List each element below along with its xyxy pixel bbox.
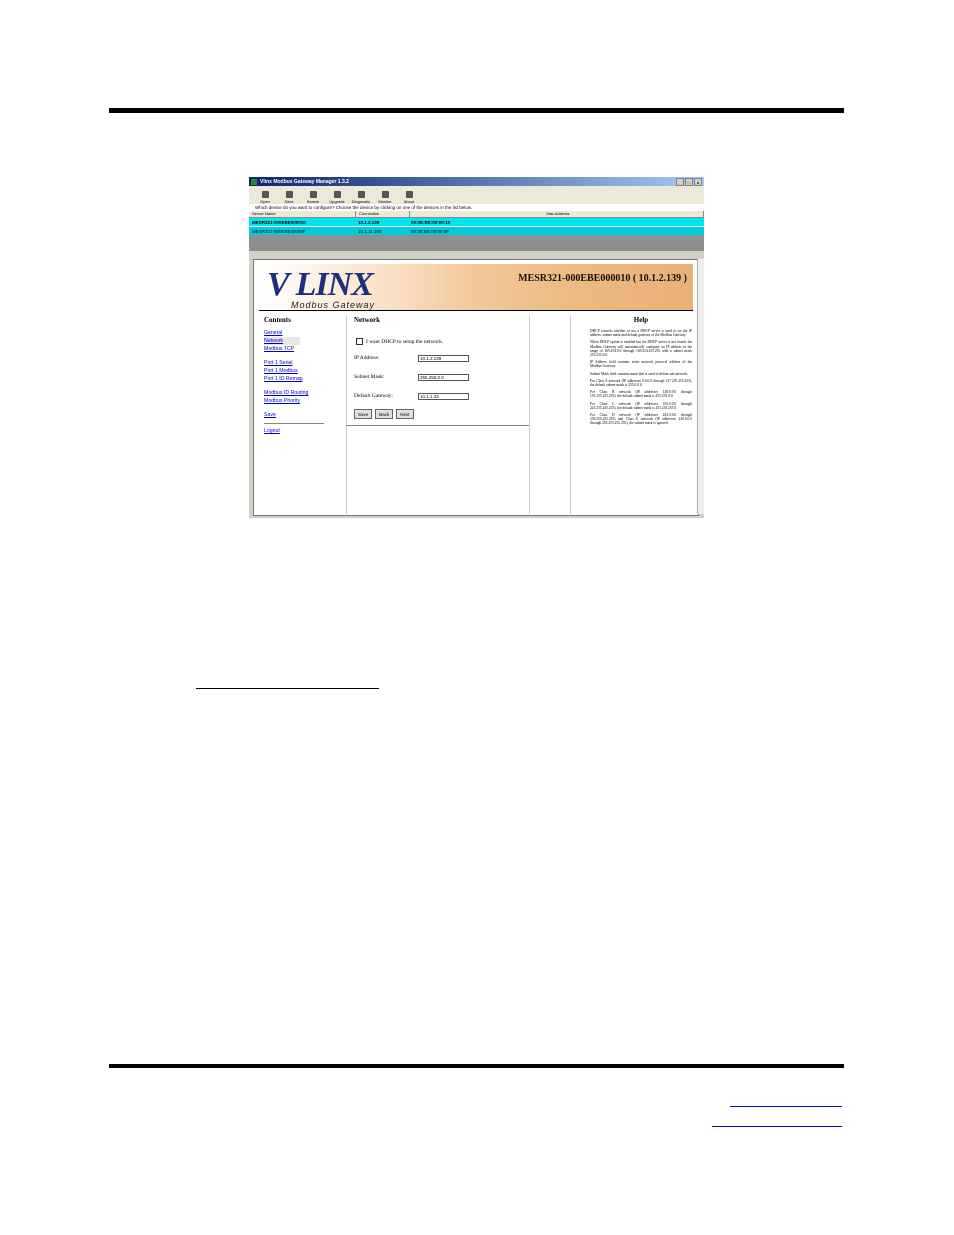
monitor-icon	[381, 191, 389, 198]
column-divider	[346, 316, 347, 514]
ip-address-field[interactable]	[418, 354, 469, 362]
footer-link-underline[interactable]	[730, 1106, 842, 1107]
minimize-icon[interactable]: _	[676, 178, 684, 186]
save-label: Save	[284, 199, 294, 204]
toolbar: Open Save Search Upgrade Diagnostic Moni…	[249, 186, 704, 204]
form-back-button[interactable]: Back	[375, 409, 394, 419]
open-label: Open	[260, 199, 270, 204]
about-button[interactable]: About	[399, 191, 419, 204]
footnote-rule	[196, 688, 379, 689]
device-connection: 10.1.11.193	[358, 228, 382, 234]
nav-port-id-remap[interactable]: Port 1 ID Remap	[264, 375, 354, 383]
help-paragraph: For Class D network (IP addresses 224.0.…	[590, 413, 692, 426]
help-panel: Help DHCP controls whether or not a DHCP…	[590, 316, 692, 429]
monitor-label: Monitor	[378, 199, 392, 204]
nav-id-routing[interactable]: Modbus ID Routing	[264, 389, 354, 397]
diagnostic-icon	[357, 191, 365, 198]
search-button[interactable]: Search	[303, 191, 323, 204]
column-header-server-name[interactable]: Server Name	[249, 211, 356, 217]
column-header-connection[interactable]: Connection	[356, 211, 410, 217]
form-title: Network	[354, 316, 381, 324]
nav-modbus-tcp[interactable]: Modbus TCP	[264, 345, 354, 353]
device-prompt: Which device do you want to configure? C…	[249, 204, 704, 211]
device-name: MESR321-000EBE000010	[252, 219, 306, 225]
help-paragraph: For Class C network (IP addresses 192.0.…	[590, 401, 692, 410]
about-label: About	[403, 199, 415, 204]
form-next-button[interactable]: Next	[396, 409, 414, 419]
nav-logout[interactable]: Logout	[264, 427, 354, 435]
form-buttons: Save Back Next	[354, 409, 534, 419]
monitor-button[interactable]: Monitor	[375, 191, 395, 204]
device-row[interactable]: MESR321-000EBE000010 10.1.2.139 00:0E:BE…	[249, 218, 704, 227]
upgrade-icon	[333, 191, 341, 198]
dhcp-label: I want DHCP to setup the network.	[366, 338, 444, 345]
form-save-button[interactable]: Save	[354, 409, 373, 419]
help-paragraph: DHCP controls whether or not a DHCP serv…	[590, 329, 692, 338]
device-list-header: Server Name Connection Mac Address	[249, 211, 704, 218]
device-title: MESR321-000EBE000010 ( 10.1.2.139 )	[518, 273, 687, 284]
save-button[interactable]: Save	[279, 191, 299, 204]
embedded-web-page: V LINX Modbus Gateway MESR321-000EBE0000…	[253, 259, 699, 516]
column-header-mac-address[interactable]: Mac Address	[410, 211, 704, 217]
device-name: MESR321-000EBE00000F	[252, 228, 306, 234]
contents-title: Contents	[264, 316, 291, 324]
nav-divider	[264, 423, 324, 424]
footer-rule	[109, 1064, 844, 1068]
contents-nav: Contents General Network Modbus TCP Port…	[264, 316, 354, 435]
column-divider	[570, 316, 571, 514]
nav-port-modbus[interactable]: Port 1 Modbus	[264, 367, 354, 375]
ip-row: IP Address:	[354, 353, 534, 363]
help-title: Help	[633, 316, 649, 324]
close-icon[interactable]: x	[694, 178, 702, 186]
list-empty-area	[249, 235, 704, 251]
help-paragraph: For Class B network (IP addresses 128.0.…	[590, 390, 692, 399]
vlinx-banner: V LINX Modbus Gateway MESR321-000EBE0000…	[259, 264, 693, 311]
default-gateway-field[interactable]	[418, 392, 469, 400]
app-window-screenshot: Vlinx Modbus Gateway Manager 1.3.2 _ □ x…	[249, 177, 704, 518]
help-paragraph: When DHCP option is enabled but the DHCP…	[590, 340, 692, 358]
diagnostic-button[interactable]: Diagnostic	[351, 191, 371, 204]
device-row[interactable]: MESR321-000EBE00000F 10.1.11.193 00:0E:B…	[249, 227, 704, 235]
dhcp-checkbox[interactable]	[356, 338, 363, 345]
dhcp-option: I want DHCP to setup the network.	[356, 338, 534, 345]
help-paragraph: Subnet Mask field contains mask that is …	[590, 371, 688, 376]
window-title: Vlinx Modbus Gateway Manager 1.3.2	[260, 178, 349, 185]
help-paragraph: For Class A network (IP addresses 0.0.0.…	[590, 378, 692, 388]
logo-subtitle: Modbus Gateway	[291, 300, 376, 310]
ip-label: IP Address:	[354, 355, 380, 361]
diagnostic-label: Diagnostic	[351, 199, 371, 204]
help-paragraph: IP Address field contains static network…	[590, 360, 692, 369]
subnet-mask-field[interactable]	[418, 373, 469, 381]
nav-general[interactable]: General	[264, 329, 354, 337]
upgrade-label: Upgrade	[329, 199, 345, 204]
device-mac: 00:0E:BE:00:00:10	[411, 219, 451, 225]
nav-priority[interactable]: Modbus Priority	[264, 397, 354, 405]
mask-row: Subnet Mask:	[354, 372, 534, 382]
nav-network[interactable]: Network	[264, 337, 300, 345]
device-mac: 00:0E:BE:00:00:0F	[411, 228, 450, 234]
device-connection: 10.1.2.139	[358, 219, 380, 225]
floppy-icon	[285, 191, 293, 198]
help-icon	[405, 191, 413, 198]
title-bar: Vlinx Modbus Gateway Manager 1.3.2 _ □ x	[249, 177, 704, 186]
search-label: Search	[306, 199, 320, 204]
vlinx-logo: V LINX	[267, 266, 374, 303]
maximize-icon[interactable]: □	[685, 178, 693, 186]
gateway-label: Default Gateway:	[354, 393, 393, 399]
upgrade-button[interactable]: Upgrade	[327, 191, 347, 204]
footer-link-underline[interactable]	[712, 1126, 842, 1127]
folder-icon	[261, 191, 269, 198]
app-icon	[251, 178, 257, 185]
search-icon	[309, 191, 317, 198]
vertical-scrollbar[interactable]	[697, 259, 704, 514]
window-controls: _ □ x	[676, 178, 702, 186]
gateway-row: Default Gateway:	[354, 391, 534, 401]
network-form: Network I want DHCP to setup the network…	[354, 316, 534, 419]
mask-label: Subnet Mask:	[354, 374, 385, 380]
open-button[interactable]: Open	[255, 191, 275, 204]
header-rule	[109, 108, 844, 113]
nav-port-serial[interactable]: Port 1 Serial	[264, 359, 354, 367]
nav-save[interactable]: Save	[264, 411, 354, 419]
form-divider	[346, 425, 529, 426]
